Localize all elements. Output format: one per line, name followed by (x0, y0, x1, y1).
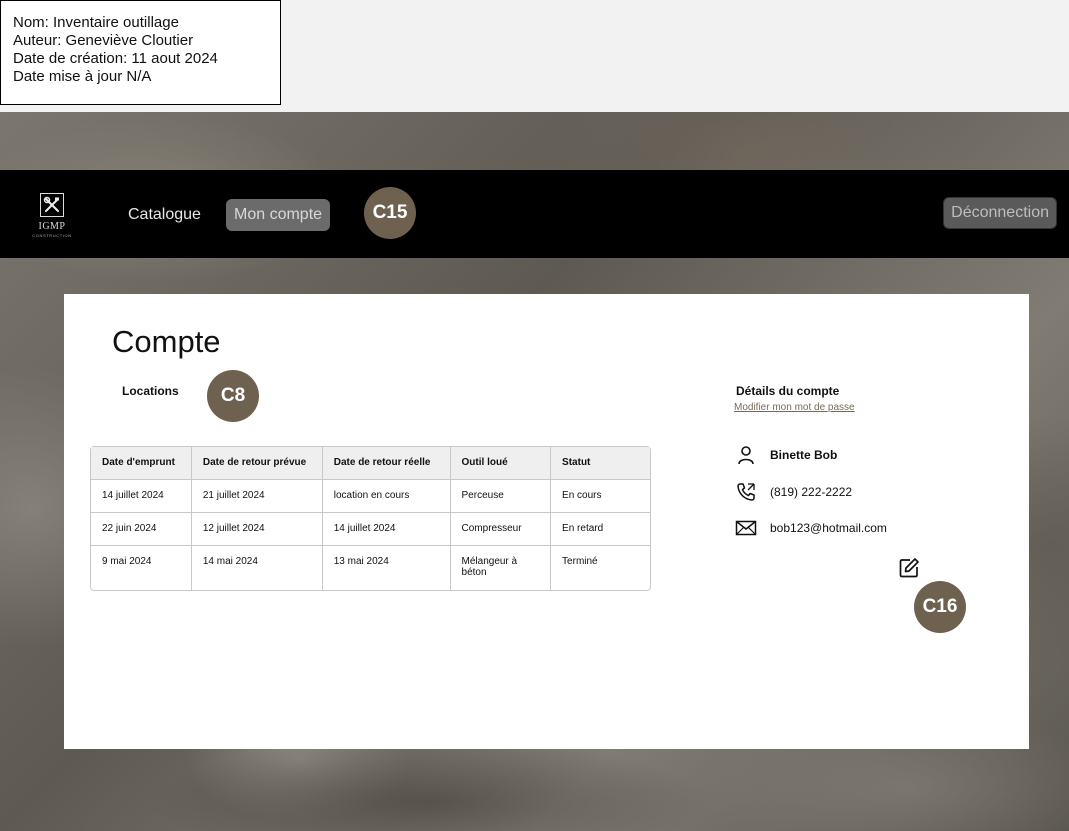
account-name-row: Binette Bob (735, 444, 837, 466)
edit-icon[interactable] (898, 557, 920, 579)
account-name: Binette Bob (770, 448, 838, 462)
igmp-logo[interactable]: IGMP CONSTRUCTION (26, 193, 78, 245)
rentals-table: Date d'emprunt Date de retour prévue Dat… (90, 446, 651, 591)
table-cell: Perceuse (450, 480, 552, 513)
column-header: Date d'emprunt (91, 447, 192, 480)
table-cell: Compresseur (450, 513, 552, 546)
column-header: Outil loué (450, 447, 552, 480)
logo-text: IGMP (38, 221, 66, 232)
user-icon (735, 444, 757, 466)
logo-subtext: CONSTRUCTION (32, 233, 72, 238)
annotation-marker-c15: C15 (364, 187, 416, 239)
table-cell: 13 mai 2024 (323, 546, 451, 590)
account-card: Compte Locations C8 Date d'emprunt Date … (64, 294, 1029, 749)
nav-catalogue[interactable]: Catalogue (128, 199, 201, 231)
table-cell: 9 mai 2024 (91, 546, 192, 590)
column-header: Date de retour réelle (322, 447, 451, 480)
table-cell: 22 juin 2024 (91, 513, 192, 546)
locations-heading: Locations (122, 384, 179, 398)
phone-icon (735, 481, 757, 503)
meta-name: Nom: Inventaire outillage (13, 14, 179, 31)
annotation-marker-c8: C8 (207, 370, 259, 422)
meta-created: Date de création: 11 aout 2024 (13, 50, 218, 67)
meta-updated: Date mise à jour N/A (13, 68, 152, 85)
annotation-marker-c16: C16 (914, 581, 966, 633)
table-cell: En retard (551, 513, 650, 546)
page-title: Compte (112, 324, 221, 359)
meta-author: Auteur: Geneviève Cloutier (13, 32, 194, 49)
table-cell: Terminé (562, 556, 598, 567)
column-header: Statut (551, 447, 650, 480)
document-metadata: Nom: Inventaire outillage Auteur: Genevi… (0, 0, 281, 105)
account-phone: (819) 222-2222 (770, 485, 853, 499)
logout-button[interactable]: Déconnection (943, 197, 1057, 229)
table-cell: 14 mai 2024 (192, 546, 323, 590)
account-phone-row: (819) 222-2222 (735, 481, 852, 503)
column-header: Date de retour prévue (191, 447, 323, 480)
account-email: bob123@hotmail.com (770, 521, 887, 535)
nav-mon-compte[interactable]: Mon compte (226, 199, 331, 231)
account-email-row: bob123@hotmail.com (735, 517, 887, 539)
table-cell: En cours (551, 480, 650, 513)
table-cell: 14 juillet 2024 (91, 480, 192, 513)
account-details-heading: Détails du compte (736, 384, 840, 398)
mail-icon (735, 517, 757, 539)
table-cell: location en cours (322, 480, 451, 513)
table-cell: 12 juillet 2024 (191, 513, 323, 546)
table-row: 9 mai 2024 14 mai 2024 13 mai 2024 Mélan… (91, 546, 650, 590)
tools-icon (40, 193, 64, 217)
table-cell: 14 juillet 2024 (322, 513, 451, 546)
table-row: 22 juin 2024 12 juillet 2024 14 juillet … (91, 513, 650, 546)
table-cell: 21 juillet 2024 (191, 480, 323, 513)
table-header-row: Date d'emprunt Date de retour prévue Dat… (91, 447, 650, 480)
change-password-link[interactable]: Modifier mon mot de passe (734, 402, 855, 413)
table-row: 14 juillet 2024 21 juillet 2024 location… (91, 480, 650, 513)
table-cell: Mélangeur à béton (451, 546, 552, 590)
top-navbar: IGMP CONSTRUCTION Catalogue Mon compte C… (0, 170, 1069, 258)
